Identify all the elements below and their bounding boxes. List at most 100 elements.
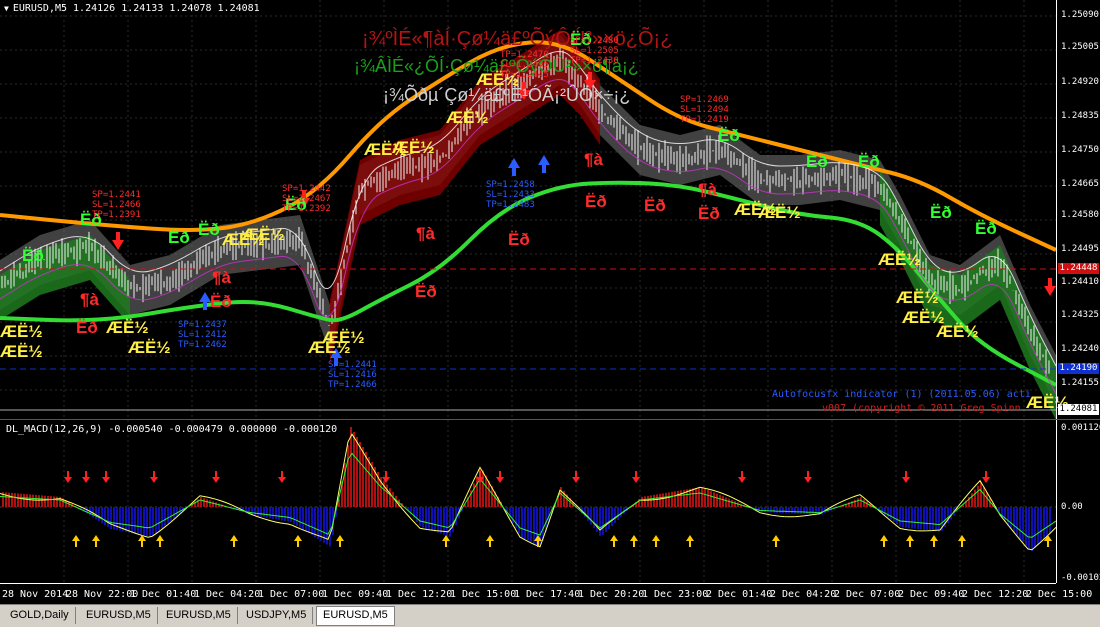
signal-label: ÆË½ [0,322,43,342]
macd-sell-arrow-icon [278,471,286,483]
macd-histogram-bar [602,507,604,535]
macd-histogram-bar [113,507,115,530]
time-axis[interactable]: 28 Nov 201428 Nov 22:001 Dec 01:401 Dec … [0,583,1056,605]
macd-histogram-bar [620,507,622,517]
price-scale[interactable]: 1.250901.250051.249201.248351.247501.246… [1056,0,1100,419]
macd-histogram-bar [608,507,610,529]
macd-histogram-bar [389,488,391,507]
time-tick: 1 Dec 09:40 [322,589,388,600]
tp-sl-label: SP=1.2442SL=1.2467TP=1.2392 [282,184,331,214]
chart-tab-bar: GOLD,Daily EURUSD,M5 EURUSD,M5 USDJPY,M5… [0,604,1100,627]
macd-histogram-bar [1010,507,1012,529]
macd-histogram-bar [524,507,526,539]
macd-histogram-bar [701,487,703,507]
macd-histogram-bar [641,497,643,507]
macd-histogram-bar [710,491,712,507]
macd-histogram-bar [530,507,532,542]
macd-histogram-bar [101,507,103,523]
macd-histogram-bar [725,497,727,507]
macd-histogram-bar [443,507,445,535]
macd-histogram-bar [647,496,649,507]
macd-histogram-bar [908,507,910,528]
macd-histogram-bar [56,497,58,507]
tp-sl-label: SP=1.2441SL=1.2466TP=1.2391 [92,190,141,220]
signal-label: Ëð [644,196,666,216]
macd-histogram-bar [452,507,454,532]
tp-sl-label: SP=1.2441SL=1.2416TP=1.2466 [328,360,377,390]
macd-histogram-bar [974,490,976,508]
time-tick: 1 Dec 23:00 [642,589,708,600]
macd-histogram-bar [614,507,616,523]
macd-histogram-bar [110,507,112,529]
tab-eurusd-m5-active[interactable]: EURUSD,M5 [316,606,395,626]
macd-histogram-bar [950,507,952,520]
signal-label: ÆË½ [878,250,921,270]
macd-histogram-bar [212,501,214,507]
macd-histogram-bar [644,496,646,507]
macd-sell-arrow-icon [102,471,110,483]
tp-sl-label: TP=1.2470SL=1.2495TP=1.2445 [500,50,549,80]
macd-histogram-bar [278,507,280,520]
time-tick: 1 Dec 04:20 [194,589,260,600]
short-label: ¶à [584,150,603,170]
macd-histogram-bar [677,491,679,507]
macd-histogram-bar [977,486,979,507]
macd-histogram-bar [1007,507,1009,525]
macd-buy-arrow-icon [906,535,914,547]
macd-histogram-bar [434,507,436,532]
signal-label: Ëð [585,192,607,212]
signal-label: Ëð [22,246,44,266]
macd-histogram-bar [176,507,178,516]
macd-histogram-bar [920,507,922,530]
macd-histogram-bar [146,507,148,536]
macd-histogram-bar [863,499,865,507]
macd-histogram-bar [815,507,817,515]
signal-label: ÆË½ [936,322,979,342]
macd-histogram-bar [770,507,772,513]
price-chart-pane[interactable]: ▼EURUSD,M5 1.24126 1.24133 1.24078 1.240… [0,0,1100,419]
tab-gold-daily[interactable]: GOLD,Daily [4,607,76,624]
macd-histogram-bar [95,507,97,519]
signal-label: Ëð [508,230,530,250]
macd-histogram-bar [200,497,202,507]
time-tick: 1 Dec 12:20 [386,589,452,600]
macd-histogram-bar [257,507,259,516]
macd-histogram-bar [764,507,766,512]
macd-histogram-bar [896,507,898,524]
macd-histogram-bar [899,507,901,526]
time-tick: 1 Dec 20:20 [578,589,644,600]
macd-histogram-bar [1034,507,1036,548]
macd-pane[interactable]: DL_MACD(12,26,9) -0.000540 -0.000479 0.0… [0,420,1100,604]
time-tick: 1 Dec 17:40 [514,589,580,600]
tab-eurusd-m5-1[interactable]: EURUSD,M5 [80,607,158,624]
macd-histogram-bar [149,507,151,537]
macd-histogram-bar [422,507,424,528]
time-tick: 2 Dec 12:20 [962,589,1028,600]
header-triangle-icon[interactable]: ▼ [4,4,9,13]
macd-histogram-bar [14,493,16,507]
macd-histogram-bar [788,507,790,513]
macd-histogram-bar [1043,507,1045,540]
macd-histogram-bar [590,507,592,525]
macd-histogram-bar [797,507,799,514]
macd-buy-arrow-icon [930,535,938,547]
macd-histogram-bar [347,445,349,507]
credit-line-1: Autofocusfx indicator (1) (2011.05.06) a… [772,389,1031,400]
macd-histogram-bar [26,494,28,507]
macd-histogram-bar [707,490,709,507]
macd-histogram-bar [926,507,928,530]
macd-tick: 0.00 [1061,502,1083,512]
macd-histogram-bar [134,507,136,534]
price-tick: 1.24240 [1061,344,1099,354]
tab-usdjpy-m5[interactable]: USDJPY,M5 [240,607,313,624]
macd-histogram-bar [698,487,700,507]
tab-eurusd-m5-2[interactable]: EURUSD,M5 [160,607,238,624]
macd-histogram-bar [1016,507,1018,536]
macd-histogram-bar [794,507,796,514]
macd-histogram-bar [935,507,937,531]
macd-histogram-bar [1049,507,1051,534]
macd-histogram-bar [44,496,46,507]
macd-histogram-bar [734,501,736,507]
sell-arrow-icon [1044,278,1056,296]
macd-scale[interactable]: 0.001126 0.00 -0.001023 [1056,420,1100,583]
